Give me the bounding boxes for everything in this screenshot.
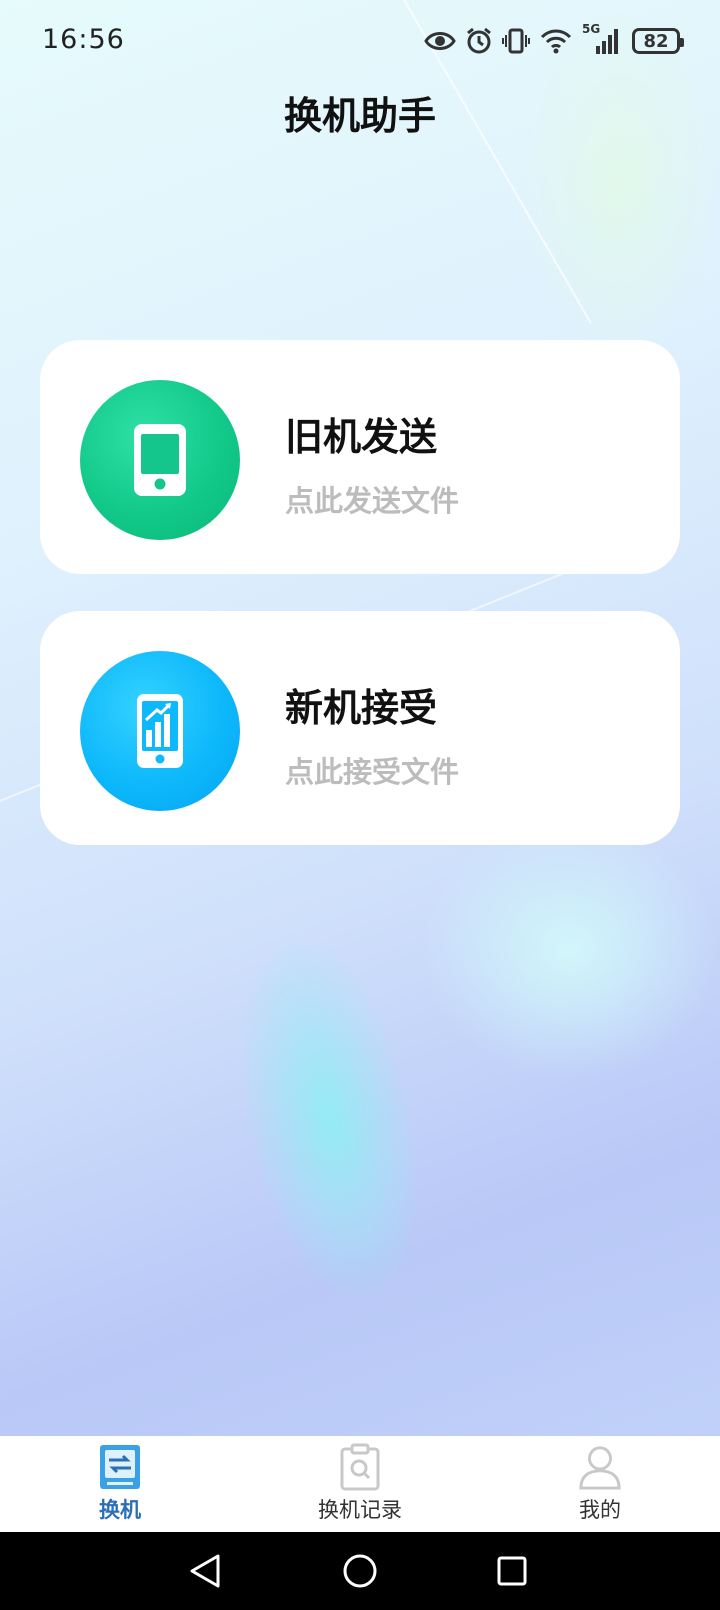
status-time: 16:56	[42, 24, 125, 55]
status-icons: 5G 82	[424, 22, 684, 58]
page-title: 换机助手	[283, 94, 436, 138]
status-bar: 16:56 5G 82	[0, 0, 720, 84]
recent-apps-icon[interactable]	[490, 1549, 534, 1593]
home-icon[interactable]	[338, 1549, 382, 1593]
alarm-icon	[466, 27, 492, 55]
send-card-subtitle: 点此发送文件	[285, 484, 460, 518]
clipboard-search-icon	[338, 1442, 382, 1492]
receive-card-subtitle: 点此接受文件	[285, 755, 460, 789]
receive-card-title: 新机接受	[285, 686, 438, 730]
background-glow	[214, 927, 446, 1313]
bottom-tab-bar: 换机 换机记录 我的	[0, 1436, 720, 1532]
vibrate-icon	[502, 27, 530, 55]
tab-mine-label: 我的	[579, 1498, 621, 1522]
tab-records[interactable]: 换机记录	[280, 1442, 440, 1528]
eye-icon	[424, 30, 456, 52]
send-card-title: 旧机发送	[285, 415, 438, 459]
system-navigation-bar	[0, 1532, 720, 1610]
tab-records-label: 换机记录	[318, 1498, 402, 1522]
switch-icon	[98, 1442, 142, 1492]
wifi-icon	[540, 28, 572, 54]
send-card[interactable]: 旧机发送 点此发送文件	[40, 340, 680, 574]
background-glow	[420, 820, 720, 1080]
tab-mine[interactable]: 我的	[520, 1442, 680, 1528]
signal-icon: 5G	[582, 22, 622, 56]
phone-icon	[80, 380, 240, 540]
tab-switch[interactable]: 换机	[40, 1442, 200, 1528]
battery-icon: 82	[632, 28, 684, 54]
phone-chart-icon	[80, 651, 240, 811]
battery-level: 82	[643, 30, 669, 52]
user-icon	[578, 1442, 622, 1492]
receive-card[interactable]: 新机接受 点此接受文件	[40, 611, 680, 845]
tab-switch-label: 换机	[99, 1498, 141, 1522]
back-icon[interactable]	[183, 1549, 227, 1593]
